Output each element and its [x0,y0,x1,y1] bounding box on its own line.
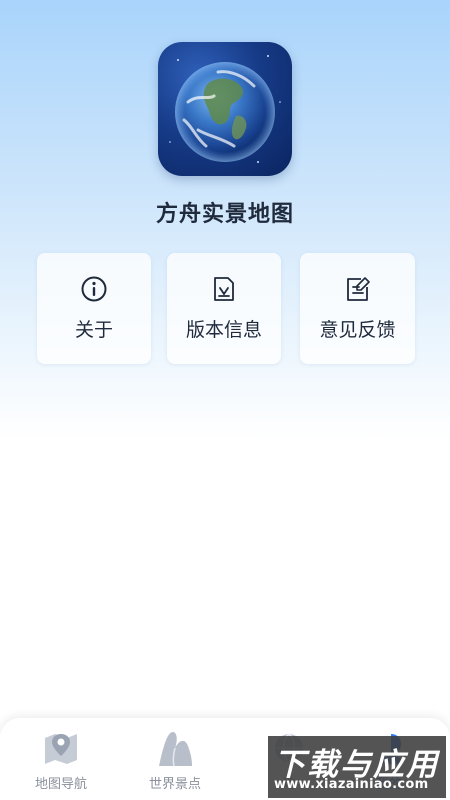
edit-note-icon [346,277,370,301]
nav-map-navigation[interactable]: 地图导航 [5,718,117,800]
feedback-card[interactable]: 意见反馈 [300,253,415,364]
mountain-icon [159,732,192,767]
nav-world-attractions-label: 世界景点 [148,777,201,792]
nav-world-attractions[interactable]: 世界景点 [119,718,231,800]
map-pin-icon [45,734,77,764]
app-title: 方舟实景地图 [155,202,294,227]
feedback-label: 意见反馈 [319,319,396,341]
version-info-label: 版本信息 [185,319,262,341]
watermark: 下载与应用 www.xiazainiao.com [268,736,446,798]
nav-map-navigation-label: 地图导航 [34,777,87,792]
watermark-url: www.xiazainiao.com [274,777,429,792]
earth-globe-icon [169,55,281,163]
screen: 方舟实景地图 关于 版本信息 意见反馈 地图导航 世界景点 下载与应用 www.… [0,0,450,800]
document-check-icon [214,277,234,301]
version-info-card[interactable]: 版本信息 [167,253,281,364]
info-circle-icon [81,276,107,302]
app-logo [158,42,292,176]
about-card[interactable]: 关于 [37,253,151,364]
about-label: 关于 [74,319,113,341]
